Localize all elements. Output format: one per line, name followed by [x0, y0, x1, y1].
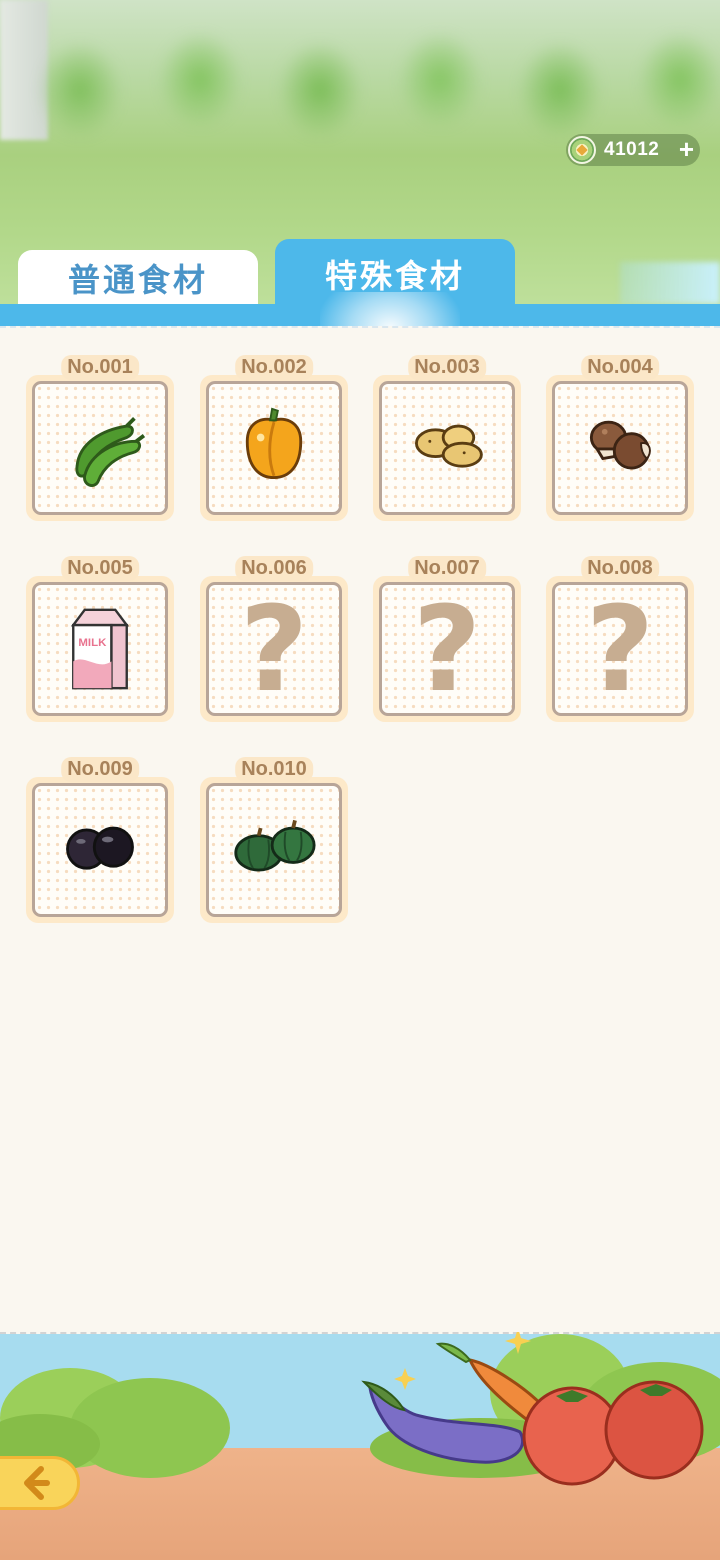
ingredient-card-010[interactable]: No.010	[200, 757, 348, 923]
back-button[interactable]	[0, 1456, 80, 1510]
ingredient-number: No.006	[235, 556, 313, 581]
ingredient-card-004[interactable]: No.004	[546, 355, 694, 521]
ingredient-card-007[interactable]: No.007 ?	[373, 556, 521, 722]
background-water	[620, 262, 720, 304]
ingredient-number: No.007	[408, 556, 486, 581]
currency-display: 41012 +	[566, 134, 700, 166]
ingredient-number: No.009	[61, 757, 139, 782]
ingredient-number: No.005	[61, 556, 139, 581]
ingredient-number: No.002	[235, 355, 313, 380]
question-mark-icon: ?	[239, 582, 309, 716]
ingredient-card-008[interactable]: No.008 ?	[546, 556, 694, 722]
coin-icon	[568, 136, 596, 164]
yellow-bell-pepper-icon	[209, 384, 339, 512]
ingredient-card-001[interactable]: No.001	[26, 355, 174, 521]
ingredient-number: No.001	[61, 355, 139, 380]
black-fruit-icon	[35, 786, 165, 914]
plus-icon[interactable]: +	[679, 136, 694, 162]
question-mark-icon: ?	[585, 582, 655, 716]
ingredient-card-003[interactable]: No.003	[373, 355, 521, 521]
milk-label: MILK	[78, 637, 107, 649]
tab-normal-ingredients[interactable]: 普通食材	[18, 250, 258, 306]
currency-amount: 41012	[604, 139, 660, 160]
green-pepper-icon	[35, 384, 165, 512]
background-hedge	[0, 20, 720, 140]
ingredient-card-009[interactable]: No.009	[26, 757, 174, 923]
ingredient-number: No.008	[581, 556, 659, 581]
ingredient-number: No.004	[581, 355, 659, 380]
ingredient-card-005[interactable]: No.005 MILK	[26, 556, 174, 722]
green-pumpkin-icon	[209, 786, 339, 914]
ingredient-number: No.010	[235, 757, 313, 782]
vegetable-scene	[0, 1332, 720, 1560]
mushroom-icon	[555, 384, 685, 512]
ingredient-number: No.003	[408, 355, 486, 380]
back-arrow-icon	[24, 1466, 50, 1500]
ingredient-card-002[interactable]: No.002	[200, 355, 348, 521]
ingredient-card-006[interactable]: No.006 ?	[200, 556, 348, 722]
potato-icon	[382, 384, 512, 512]
scene-illustration	[0, 1332, 720, 1486]
milk-carton-icon: MILK	[35, 585, 165, 713]
question-mark-icon: ?	[412, 582, 482, 716]
